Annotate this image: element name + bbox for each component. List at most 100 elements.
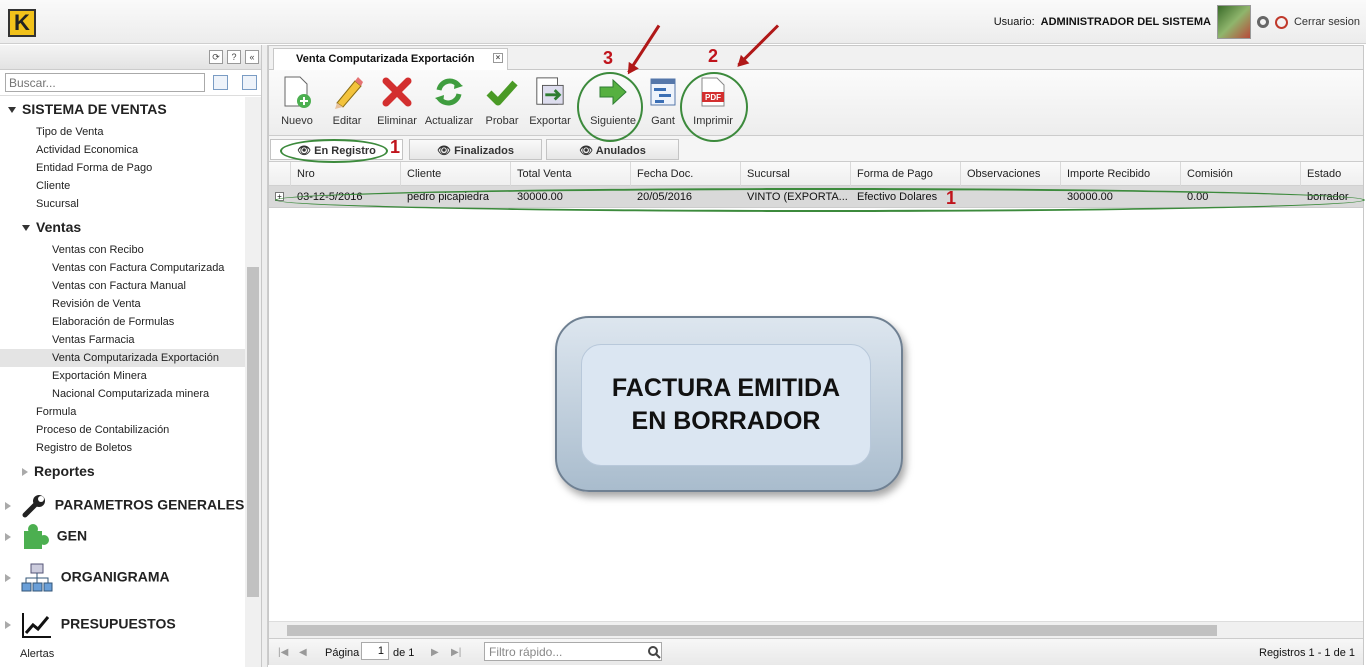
column-header[interactable]: Importe Recibido	[1061, 162, 1181, 186]
page-number-input[interactable]: 1	[361, 642, 389, 660]
collapsed-arrow-icon	[5, 574, 11, 582]
tree-node-organigrama[interactable]: ORGANIGRAMA	[5, 563, 170, 593]
avatar[interactable]	[1216, 5, 1251, 39]
tree-item[interactable]: Revisión de Venta	[52, 298, 141, 310]
power-icon[interactable]	[1274, 15, 1288, 29]
eliminar-button[interactable]: Eliminar	[369, 74, 425, 127]
tree-item-selected[interactable]: Venta Computarizada Exportación	[0, 349, 245, 367]
tree-item[interactable]: Ventas Farmacia	[52, 334, 135, 346]
settings-gear-icon[interactable]	[1256, 16, 1269, 28]
refresh-icon[interactable]: ⟳	[209, 50, 223, 64]
nuevo-button[interactable]: Nuevo	[269, 74, 325, 127]
tree-item[interactable]: Ventas con Recibo	[52, 244, 144, 256]
navigation-tree: SISTEMA DE VENTAS Tipo de Venta Activida…	[0, 97, 245, 667]
actualizar-button[interactable]: Actualizar	[421, 74, 477, 127]
tree-node-ventas[interactable]: Ventas	[22, 219, 81, 235]
column-header[interactable]: Total Venta	[511, 162, 631, 186]
list-view-icon[interactable]	[242, 75, 257, 90]
eye-icon: 👁	[579, 145, 596, 157]
column-header[interactable]: Estado	[1301, 162, 1363, 186]
scrollbar-thumb[interactable]	[247, 267, 259, 597]
collapsed-arrow-icon	[22, 468, 28, 477]
column-header[interactable]: Fecha Doc.	[631, 162, 741, 186]
search-input[interactable]	[5, 73, 205, 92]
tree-item[interactable]: Entidad Forma de Pago	[36, 162, 152, 174]
highlight-ellipse	[275, 188, 1365, 212]
column-header[interactable]: Sucursal	[741, 162, 851, 186]
tab-venta-computarizada[interactable]: Venta Computarizada Exportación ×	[273, 48, 508, 70]
search-options-icon[interactable]	[213, 75, 228, 90]
org-chart-icon	[21, 563, 53, 592]
help-icon[interactable]: ?	[227, 50, 241, 64]
subtab-anulados[interactable]: 👁 Anulados	[546, 139, 679, 160]
column-header[interactable]: Cliente	[401, 162, 511, 186]
pencil-icon	[335, 77, 363, 109]
tree-node-gen[interactable]: GEN	[5, 523, 87, 551]
highlight-ellipse	[680, 72, 748, 142]
page-total: de 1	[393, 647, 415, 659]
column-header[interactable]: Comisión	[1181, 162, 1301, 186]
trend-chart-icon	[21, 613, 51, 638]
page-label: Página	[325, 647, 360, 659]
callout-box: FACTURA EMITIDA EN BORRADOR	[555, 316, 903, 492]
prev-page-icon[interactable]: ◀	[299, 647, 307, 658]
user-name: ADMINISTRADOR DEL SISTEMA	[1040, 16, 1211, 28]
app-logo[interactable]: K	[8, 9, 36, 37]
search-icon[interactable]	[647, 645, 661, 659]
gantt-icon	[650, 78, 676, 106]
status-subtabs: 👁 En Registro 👁 Finalizados 👁 Anulados	[269, 136, 1363, 162]
tree-item[interactable]: Registro de Boletos	[36, 442, 132, 454]
collapse-sidebar-icon[interactable]: «	[245, 50, 259, 64]
close-tab-icon[interactable]: ×	[493, 53, 503, 63]
tree-item[interactable]: Actividad Economica	[36, 144, 138, 156]
new-document-icon	[284, 76, 311, 108]
tree-node-reportes[interactable]: Reportes	[22, 463, 95, 479]
tree-node-sistema-ventas[interactable]: SISTEMA DE VENTAS	[8, 101, 167, 117]
logout-link[interactable]: Cerrar sesion	[1294, 16, 1360, 28]
tree-item[interactable]: Ventas con Factura Computarizada	[52, 262, 224, 274]
grid-header: Nro Cliente Total Venta Fecha Doc. Sucur…	[269, 162, 1363, 186]
refresh-icon	[435, 78, 463, 106]
sidebar-search-row	[0, 70, 261, 96]
pagination-bar: |◀ ◀ Página 1 de 1 ▶ ▶| Filtro rápido...…	[269, 638, 1363, 665]
tree-item[interactable]: Proceso de Contabilización	[36, 424, 169, 436]
tree-node-parametros[interactable]: PARAMETROS GENERALES	[5, 493, 244, 519]
column-header[interactable]: Observaciones	[961, 162, 1061, 186]
collapsed-arrow-icon	[5, 502, 11, 510]
column-header[interactable]: Forma de Pago	[851, 162, 961, 186]
eye-icon: 👁	[437, 145, 455, 157]
action-toolbar: Nuevo Editar Eliminar Actualizar Probar …	[269, 70, 1363, 136]
tree-node-presupuestos[interactable]: PRESUPUESTOS	[5, 611, 176, 639]
tree-item[interactable]: Nacional Computarizada minera	[52, 388, 209, 400]
tree-item[interactable]: Tipo de Venta	[36, 126, 103, 138]
grid-horizontal-scrollbar[interactable]	[269, 621, 1363, 638]
first-page-icon[interactable]: |◀	[278, 647, 288, 658]
highlight-ellipse	[280, 139, 388, 163]
quick-filter-input[interactable]: Filtro rápido...	[484, 642, 662, 661]
annotation-marker: 1	[390, 137, 401, 157]
exportar-button[interactable]: Exportar	[522, 74, 578, 127]
tree-item[interactable]: Exportación Minera	[52, 370, 147, 382]
checkmark-icon	[486, 80, 518, 106]
tree-item[interactable]: Formula	[36, 406, 76, 418]
expanded-arrow-icon	[22, 225, 30, 232]
annotation-marker: 1	[946, 188, 957, 208]
tree-item[interactable]: Cliente	[36, 180, 70, 192]
column-header[interactable]: Nro	[291, 162, 401, 186]
tree-item[interactable]: Sucursal	[36, 198, 79, 210]
tree-item[interactable]: Ventas con Factura Manual	[52, 280, 186, 292]
sidebar: ⟳ ? « SISTEMA DE VENTAS Tipo de Venta Ac…	[0, 45, 262, 667]
records-count: Registros 1 - 1 de 1	[1259, 647, 1355, 659]
tree-item[interactable]: Alertas	[20, 648, 54, 660]
editar-button[interactable]: Editar	[319, 74, 375, 127]
scrollbar-thumb[interactable]	[287, 625, 1217, 636]
delete-x-icon	[382, 77, 412, 107]
last-page-icon[interactable]: ▶|	[451, 647, 461, 658]
wrench-icon	[22, 495, 45, 518]
subtab-finalizados[interactable]: 👁 Finalizados	[409, 139, 542, 160]
callout-text: FACTURA EMITIDA EN BORRADOR	[581, 344, 871, 466]
sidebar-scrollbar[interactable]	[245, 97, 261, 667]
highlight-ellipse	[577, 72, 643, 142]
tree-item[interactable]: Elaboración de Formulas	[52, 316, 174, 328]
next-page-icon[interactable]: ▶	[431, 647, 439, 658]
